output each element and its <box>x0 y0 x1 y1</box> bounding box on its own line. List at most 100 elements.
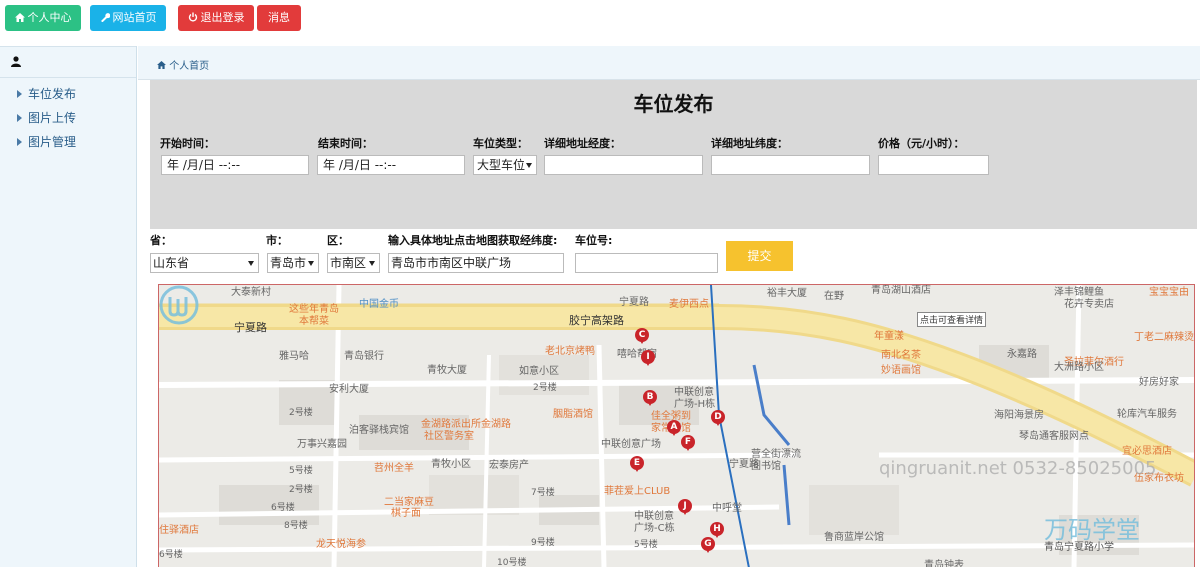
district-select[interactable]: 市南区 <box>327 253 380 273</box>
messages-button[interactable]: 消息 <box>257 5 301 31</box>
user-icon <box>11 56 21 67</box>
map-pin[interactable]: E <box>630 456 644 472</box>
caret-right-icon <box>17 90 22 98</box>
map-pin[interactable]: J <box>678 499 692 515</box>
map-label: 7号楼 <box>531 488 555 498</box>
map-label: 5号楼 <box>289 466 313 476</box>
map-label: 花卉专卖店 <box>1064 299 1114 310</box>
dropdown-arrow-icon <box>526 163 532 168</box>
map-pin[interactable]: B <box>643 390 657 406</box>
logo-subtitle: 青岛宁夏路小学 <box>1044 542 1114 553</box>
map-label: 丁老二麻辣烫 <box>1134 332 1194 343</box>
map-label: 裕丰大厦 <box>767 288 807 299</box>
logout-button[interactable]: 退出登录 <box>178 5 254 31</box>
home-icon <box>157 61 166 69</box>
price-input[interactable] <box>878 155 989 175</box>
map-label: 胭脂酒馆 <box>553 409 593 420</box>
logo-icon <box>159 285 199 325</box>
city-label: 市： <box>266 234 288 247</box>
map-label: 雅马哈 <box>279 351 309 362</box>
map-label: 棋子面 <box>391 508 421 519</box>
end-time-input[interactable]: 年 /月/日 --:-- <box>317 155 465 175</box>
map-label: 2号楼 <box>289 408 313 418</box>
map-label: 2号楼 <box>289 485 313 495</box>
map-label: 安利大厦 <box>329 384 369 395</box>
breadcrumb-bar: 个人首页 <box>138 46 1200 80</box>
sidebar-item-upload[interactable]: 图片上传 <box>17 109 76 126</box>
map[interactable]: 大泰新村 中国金币 这些年青岛 本帮菜 宁夏路 胶宁高架路 宁夏路 麦伊西点 裕… <box>158 284 1195 567</box>
sidebar-user <box>0 46 136 78</box>
page-title: 车位发布 <box>633 92 714 116</box>
map-label: 中呼堂 <box>712 503 742 514</box>
map-pin[interactable]: D <box>711 410 725 426</box>
map-label: 中联创意广场 <box>601 439 661 450</box>
start-time-label: 开始时间： <box>160 137 215 150</box>
map-label: 轮库汽车服务 <box>1117 409 1177 420</box>
latitude-input[interactable] <box>711 155 870 175</box>
address-input[interactable]: 青岛市市南区中联广场 <box>388 253 564 273</box>
power-icon <box>188 12 197 22</box>
map-label: 9号楼 <box>531 538 555 548</box>
sidebar-item-publish[interactable]: 车位发布 <box>17 85 76 102</box>
map-label: 好房好家 <box>1139 377 1179 388</box>
map-label: 鲁商蓝岸公馆 <box>824 532 884 543</box>
sidebar: 车位发布 图片上传 图片管理 <box>0 46 137 567</box>
map-label: 8号楼 <box>284 521 308 531</box>
map-pin[interactable]: H <box>710 522 724 538</box>
logout-label: 退出登录 <box>200 11 245 24</box>
map-label: 本帮菜 <box>299 316 329 327</box>
watermark: qingruanit.net 0532-85025005 <box>879 458 1157 479</box>
map-label: 6号楼 <box>159 550 183 560</box>
map-pin[interactable]: A <box>667 420 681 436</box>
caret-right-icon <box>17 138 22 146</box>
map-label: 宁夏路 <box>234 321 267 334</box>
map-label: 广场-C栋 <box>634 523 675 534</box>
map-label: 2号楼 <box>533 383 557 393</box>
map-label: 胶宁高架路 <box>569 314 624 327</box>
home-site-button[interactable]: 网站首页 <box>90 5 166 31</box>
map-pin[interactable]: I <box>641 350 655 366</box>
space-type-select[interactable]: 大型车位 <box>473 155 537 175</box>
map-label: 老北京烤鸭 <box>545 346 595 357</box>
province-select[interactable]: 山东省 <box>150 253 259 273</box>
form-panel: 车位发布 开始时间： 结束时间： 车位类型： 详细地址经度： 详细地址纬度： 价… <box>150 80 1197 229</box>
map-tooltip: 点击可查看详情 <box>917 312 987 327</box>
sidebar-item-manage[interactable]: 图片管理 <box>17 133 76 150</box>
map-pin[interactable]: C <box>635 328 649 344</box>
city-value: 青岛市 <box>270 256 307 270</box>
top-nav: 个人中心 网站首页 退出登录 消息 <box>0 0 1200 46</box>
space-type-label: 车位类型： <box>473 137 528 150</box>
personal-center-label: 个人中心 <box>27 11 72 24</box>
breadcrumb[interactable]: 个人首页 <box>157 57 209 72</box>
map-pin[interactable]: G <box>701 537 715 553</box>
space-no-label: 车位号: <box>575 234 613 247</box>
map-label: 如意小区 <box>519 366 559 377</box>
map-label: 琴岛通客服网点 <box>1019 431 1089 442</box>
dropdown-arrow-icon <box>369 261 375 266</box>
district-value: 市南区 <box>330 256 367 270</box>
map-pin[interactable]: F <box>681 435 695 451</box>
map-label: 6号楼 <box>271 503 295 513</box>
home-icon <box>14 13 25 22</box>
dropdown-arrow-icon <box>308 261 314 266</box>
city-select[interactable]: 青岛市 <box>267 253 319 273</box>
map-label: 泊客驿栈宾馆 <box>349 425 409 436</box>
dropdown-arrow-icon <box>248 261 254 266</box>
map-label: 麦伊西点 <box>669 299 709 310</box>
province-label: 省： <box>150 234 172 247</box>
province-value: 山东省 <box>153 256 190 270</box>
map-label: 10号楼 <box>497 558 527 567</box>
end-time-label: 结束时间： <box>318 137 373 150</box>
messages-label: 消息 <box>268 11 290 24</box>
map-label: 宝宝宝由 <box>1149 287 1189 298</box>
district-label: 区： <box>327 234 349 247</box>
submit-button[interactable]: 提交 <box>726 241 793 271</box>
price-label: 价格（元/小时）： <box>878 137 965 150</box>
start-time-input[interactable]: 年 /月/日 --:-- <box>161 155 309 175</box>
longitude-input[interactable] <box>544 155 703 175</box>
map-label: 南北名茶 <box>881 350 921 361</box>
space-no-input[interactable] <box>575 253 718 273</box>
map-label: 青牧大厦 <box>427 365 467 376</box>
personal-center-button[interactable]: 个人中心 <box>5 5 81 31</box>
map-label: 青岛湖山酒店 <box>871 285 931 296</box>
